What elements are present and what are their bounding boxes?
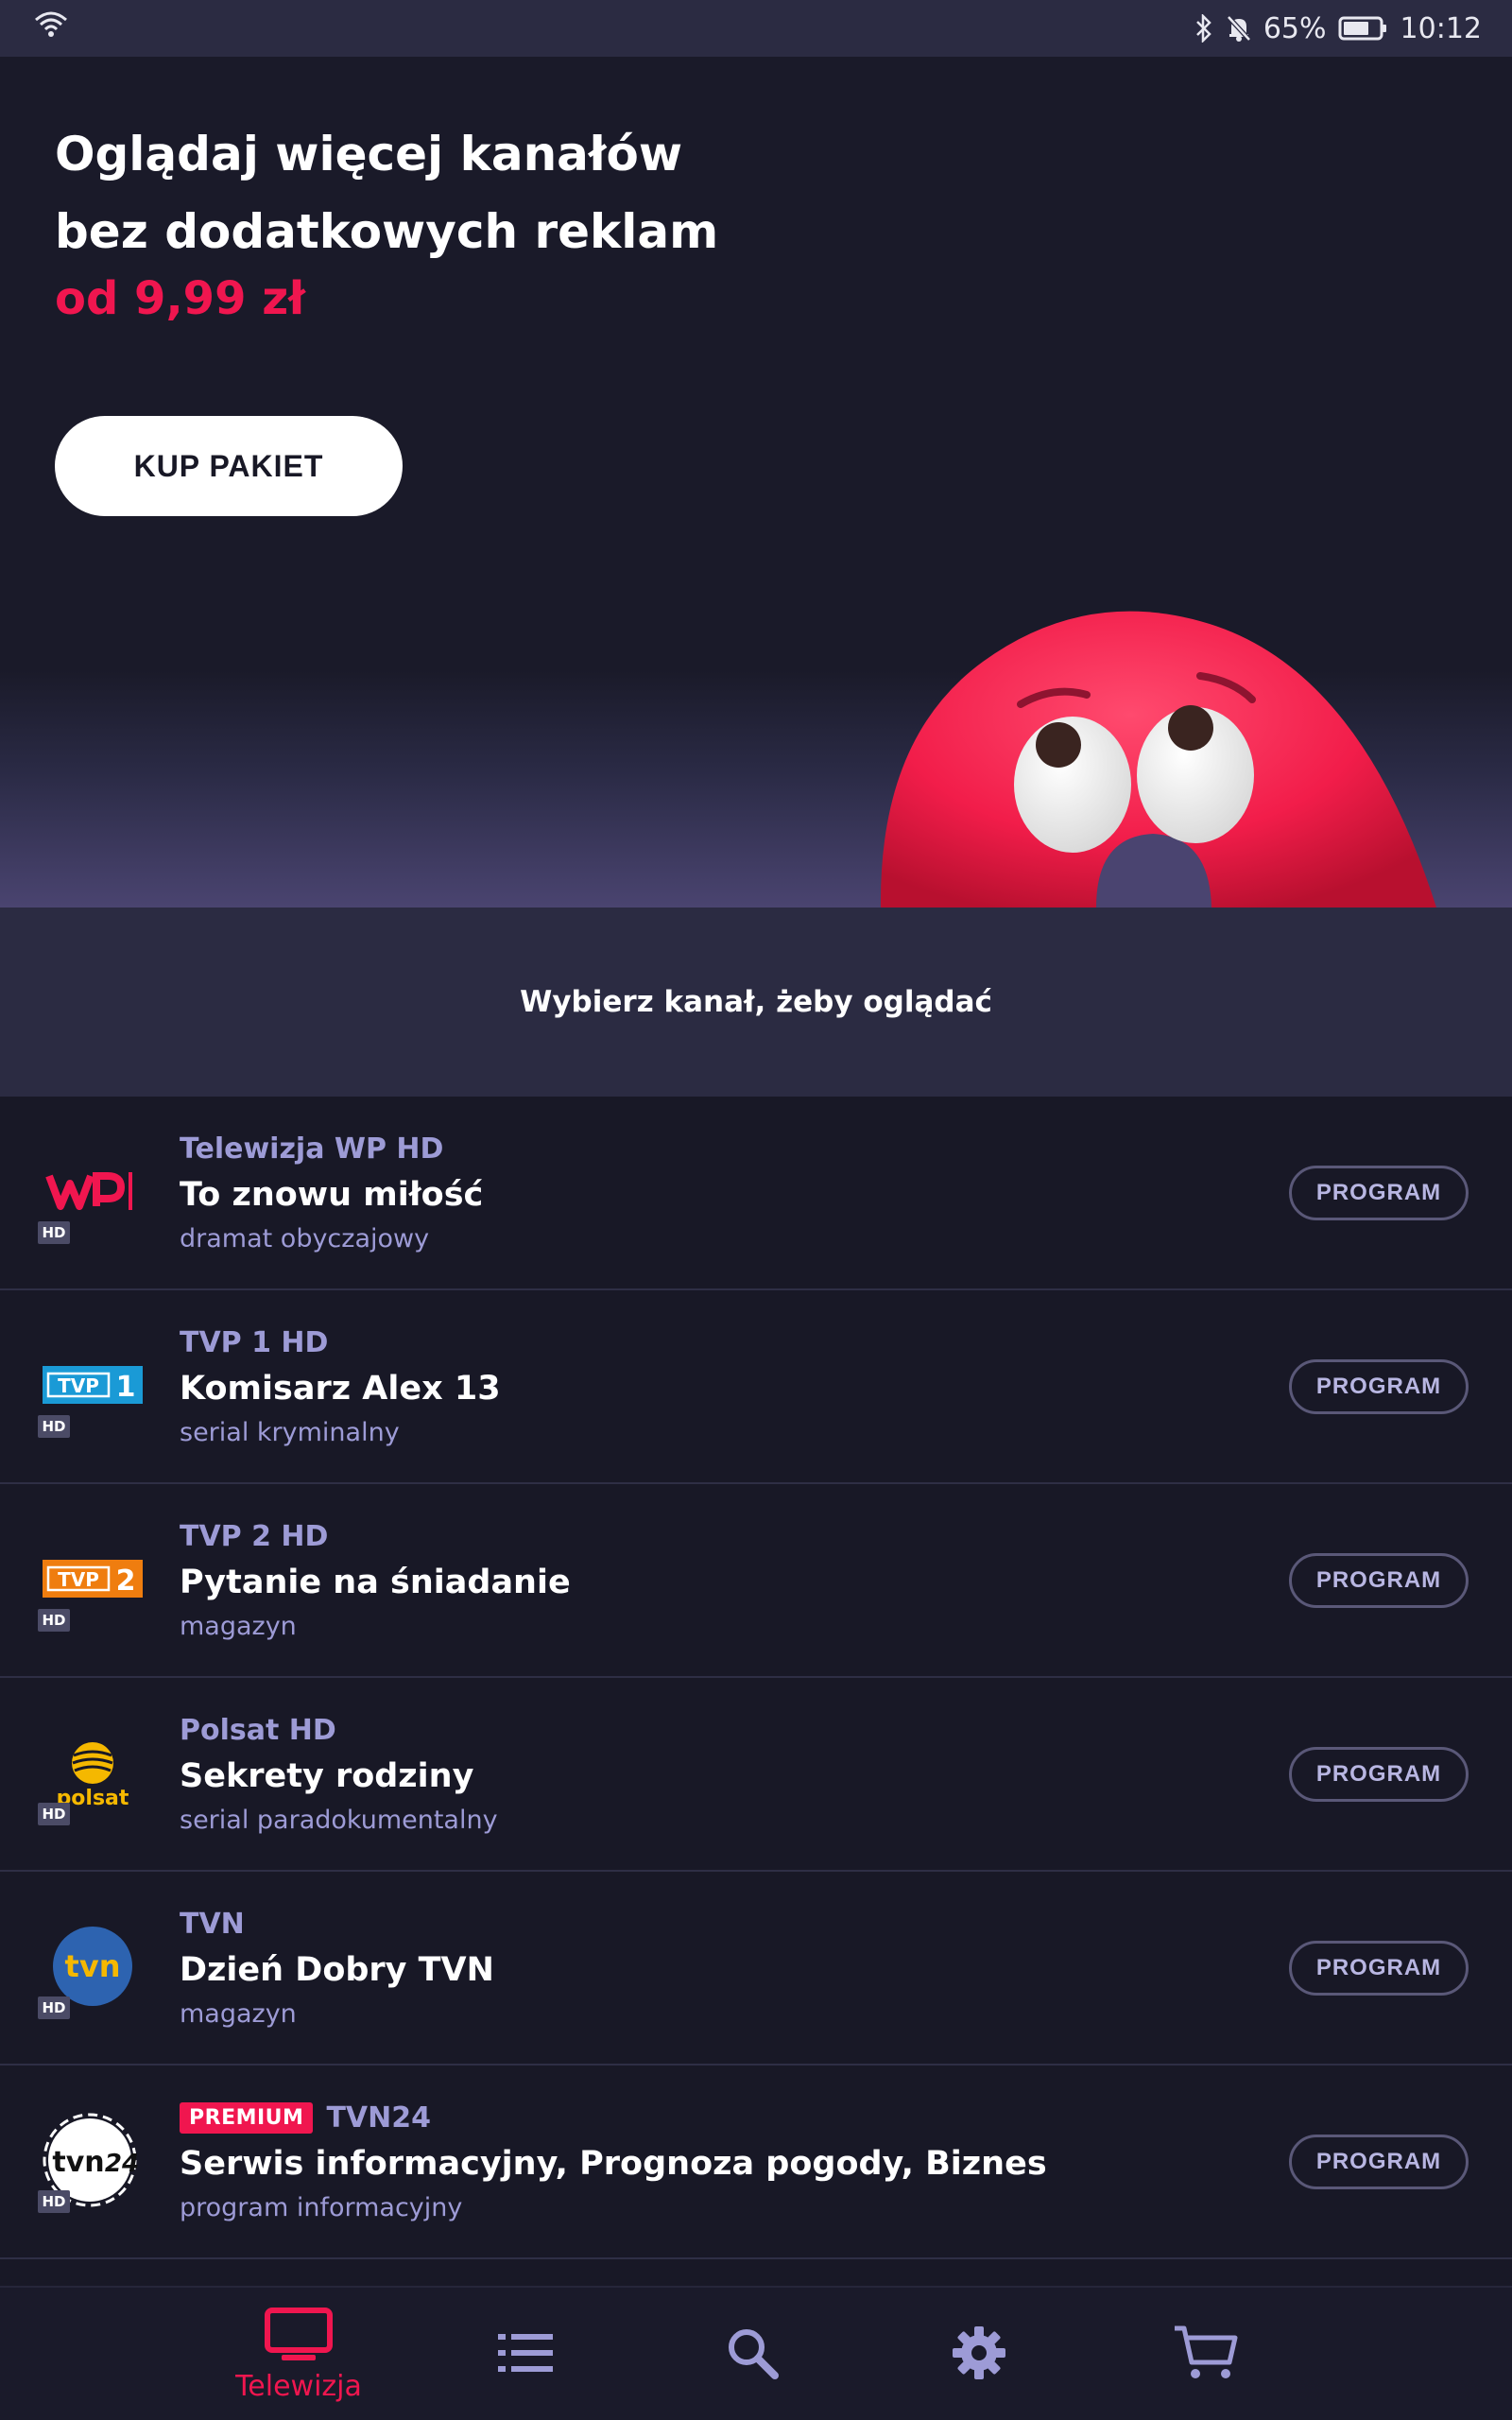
program-button[interactable]: PROGRAM xyxy=(1289,1747,1469,1802)
channel-name: Polsat HD xyxy=(180,1714,336,1747)
program-button[interactable]: PROGRAM xyxy=(1289,1553,1469,1608)
channel-name: Telewizja WP HD xyxy=(180,1132,443,1166)
svg-text:tvn: tvn xyxy=(52,2146,104,2179)
search-icon xyxy=(726,2326,779,2383)
hero-price: od 9,99 zł xyxy=(55,272,305,325)
channel-list: HD Telewizja WP HD To znowu miłość drama… xyxy=(0,1097,1512,2259)
battery-percent: 65% xyxy=(1263,11,1327,45)
svg-text:1: 1 xyxy=(115,1371,135,1404)
channel-row[interactable]: TVP 1 HD TVP 1 HD Komisarz Alex 13 seria… xyxy=(0,1290,1512,1484)
status-bar: 65% 10:12 xyxy=(0,0,1512,57)
channel-name: TVN xyxy=(180,1908,245,1941)
svg-text:tvn: tvn xyxy=(64,1948,120,1984)
choose-channel-banner: Wybierz kanał, żeby oglądać xyxy=(0,908,1512,1097)
channel-row[interactable]: tvn HD TVN Dzień Dobry TVN magazyn PROGR… xyxy=(0,1872,1512,2066)
nav-tab-settings[interactable] xyxy=(885,2288,1074,2420)
bluetooth-icon xyxy=(1194,14,1214,43)
channel-name-text: Polsat HD xyxy=(180,1714,336,1747)
hd-badge: HD xyxy=(38,1221,70,1244)
promo-hero: Oglądaj więcej kanałów bez dodatkowych r… xyxy=(0,57,1512,908)
nav-tab-television[interactable]: Telewizja xyxy=(204,2288,393,2420)
nav-label-television: Telewizja xyxy=(235,2369,362,2403)
channel-name-text: TVP 2 HD xyxy=(180,1520,329,1553)
channel-name-text: TVP 1 HD xyxy=(180,1326,329,1359)
current-show: To znowu miłość xyxy=(180,1176,484,1214)
channel-name: TVP 2 HD xyxy=(180,1520,328,1553)
nav-tab-search[interactable] xyxy=(658,2288,847,2420)
channel-row[interactable]: tvn 24 HD PREMIUM TVN24 Serwis informacy… xyxy=(0,2066,1512,2259)
gear-icon xyxy=(951,2325,1007,2385)
channel-name: PREMIUM TVN24 xyxy=(180,2101,431,2135)
mute-bell-icon xyxy=(1226,14,1252,43)
current-show: Dzień Dobry TVN xyxy=(180,1951,494,1989)
hd-badge: HD xyxy=(38,1803,70,1825)
current-show: Pytanie na śniadanie xyxy=(180,1564,571,1601)
svg-text:24: 24 xyxy=(104,2150,138,2178)
channel-name-text: TVN xyxy=(180,1908,245,1941)
list-icon xyxy=(498,2332,553,2377)
svg-text:TVP: TVP xyxy=(58,1568,99,1591)
show-genre: dramat obyczajowy xyxy=(180,1224,430,1253)
program-button[interactable]: PROGRAM xyxy=(1289,1359,1469,1414)
channel-row[interactable]: TVP 2 HD TVP 2 HD Pytanie na śniadanie m… xyxy=(0,1484,1512,1678)
program-button[interactable]: PROGRAM xyxy=(1289,1941,1469,1996)
current-show: Komisarz Alex 13 xyxy=(180,1370,501,1408)
channel-name: TVP 1 HD xyxy=(180,1326,328,1359)
channel-row[interactable]: HD Telewizja WP HD To znowu miłość drama… xyxy=(0,1097,1512,1290)
svg-text:TVP: TVP xyxy=(58,1374,99,1397)
nav-tab-list[interactable] xyxy=(431,2288,620,2420)
show-genre: magazyn xyxy=(180,1612,297,1641)
channel-row[interactable]: polsat HD Polsat HD Sekrety rodziny seri… xyxy=(0,1678,1512,1872)
mascot-illustration xyxy=(869,586,1455,908)
hero-title: Oglądaj więcej kanałów bez dodatkowych r… xyxy=(55,115,905,270)
premium-badge: PREMIUM xyxy=(180,2102,314,2134)
current-show: Serwis informacyjny, Prognoza pogody, Bi… xyxy=(180,2145,1047,2183)
choose-channel-text: Wybierz kanał, żeby oglądać xyxy=(520,985,992,1019)
channel-name-text: Telewizja WP HD xyxy=(180,1132,444,1166)
hd-badge: HD xyxy=(38,2190,70,2213)
show-genre: program informacyjny xyxy=(180,2193,463,2222)
svg-text:2: 2 xyxy=(115,1564,135,1598)
show-genre: magazyn xyxy=(180,1999,297,2029)
cart-icon xyxy=(1173,2323,1239,2387)
wifi-icon xyxy=(34,10,68,46)
program-button[interactable]: PROGRAM xyxy=(1289,1166,1469,1220)
nav-tab-cart[interactable] xyxy=(1111,2288,1300,2420)
channel-name-text: TVN24 xyxy=(326,2101,431,2135)
show-genre: serial paradokumentalny xyxy=(180,1806,498,1835)
tv-icon xyxy=(265,2307,333,2366)
hd-badge: HD xyxy=(38,1996,70,2019)
show-genre: serial kryminalny xyxy=(180,1418,400,1447)
program-button[interactable]: PROGRAM xyxy=(1289,2135,1469,2189)
hero-title-line2: bez dodatkowych reklam xyxy=(55,204,719,259)
hero-title-line1: Oglądaj więcej kanałów xyxy=(55,127,683,182)
current-show: Sekrety rodziny xyxy=(180,1757,474,1795)
clock: 10:12 xyxy=(1400,11,1482,45)
buy-package-button[interactable]: KUP PAKIET xyxy=(55,416,403,516)
bottom-nav: Telewizja xyxy=(0,2286,1512,2420)
hd-badge: HD xyxy=(38,1609,70,1632)
battery-icon xyxy=(1338,14,1389,43)
hd-badge: HD xyxy=(38,1415,70,1438)
